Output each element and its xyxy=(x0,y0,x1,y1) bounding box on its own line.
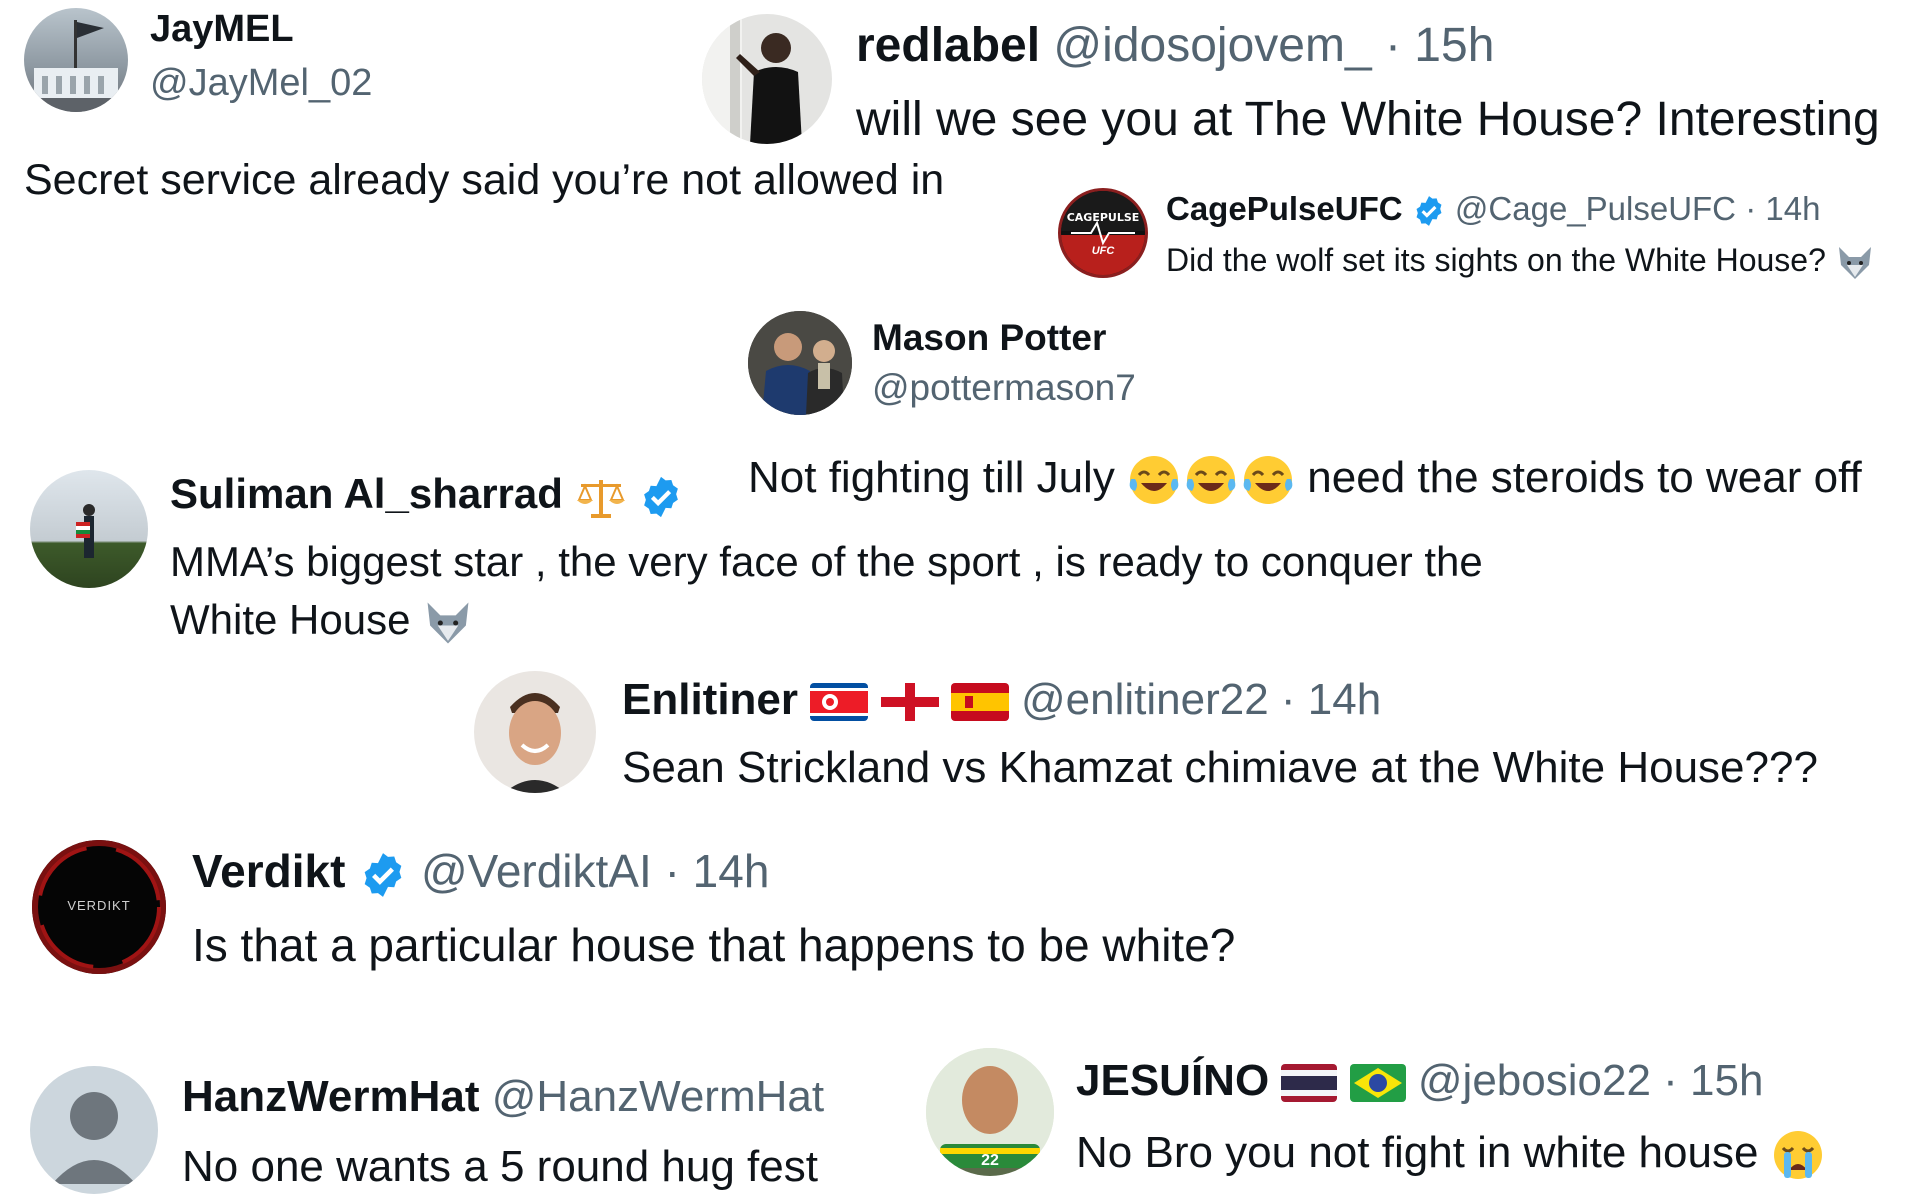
timestamp[interactable]: · 14h xyxy=(665,845,770,897)
tweet-text: No one wants a 5 round hug fest xyxy=(182,1142,818,1191)
tweet-header: HanzWermHat @HanzWermHat xyxy=(182,1072,824,1122)
building-flag-icon xyxy=(24,20,128,112)
person-flag-icon xyxy=(76,504,95,558)
avatar-jaymel[interactable] xyxy=(24,8,128,112)
author-name[interactable]: CagePulseUFC xyxy=(1166,190,1403,227)
wolf-emoji-icon xyxy=(427,602,469,644)
timestamp[interactable]: · 14h xyxy=(1745,190,1820,227)
avatar-verdikt[interactable]: VERDIKT xyxy=(32,840,166,974)
verified-badge-icon xyxy=(644,476,679,518)
author-handle[interactable]: @jebosio22 xyxy=(1418,1056,1651,1105)
avatar-label: VERDIKT xyxy=(67,898,131,913)
author-name[interactable]: Mason Potter xyxy=(872,317,1106,359)
person-photo-icon xyxy=(504,693,566,793)
timestamp[interactable]: · 15h xyxy=(1663,1056,1763,1105)
tweet-cagepulse: CAGEPULSE UFC CagePulseUFC @Cage_PulseUF… xyxy=(1050,180,1920,290)
avatar-redlabel[interactable] xyxy=(702,14,832,144)
tweet-header: Enlitiner @enlitiner22 · 14h xyxy=(622,675,1381,725)
tweet-verdikt: VERDIKT Verdikt @VerdiktAI · 14h Is that… xyxy=(0,830,1500,1000)
tweet-enlitiner: Enlitiner @enlitiner22 · 14h Sean Strick… xyxy=(470,665,1920,805)
cagepulse-logo-icon xyxy=(1061,191,1145,275)
tweet-text: Sean Strickland vs Khamzat chimiave at t… xyxy=(622,743,1818,792)
author-handle[interactable]: @enlitiner22 xyxy=(1021,675,1269,724)
north-korea-flag-icon xyxy=(810,683,869,722)
avatar-cagepulse[interactable]: CAGEPULSE UFC xyxy=(1058,188,1148,278)
avatar-mason[interactable] xyxy=(748,311,852,415)
england-flag-icon xyxy=(880,683,939,722)
balance-scale-icon xyxy=(576,479,625,518)
author-name[interactable]: HanzWermHat xyxy=(182,1072,479,1121)
thailand-flag-icon xyxy=(1281,1064,1338,1103)
author-name[interactable]: Verdikt xyxy=(192,845,345,897)
timestamp[interactable]: · 14h xyxy=(1281,675,1381,724)
author-handle[interactable]: @VerdiktAI xyxy=(421,845,652,897)
author-handle[interactable]: @JayMel_02 xyxy=(150,62,372,105)
author-name[interactable]: Suliman Al_sharrad xyxy=(170,470,563,517)
tweet-header: Suliman Al_sharrad xyxy=(170,470,684,520)
verified-badge-icon xyxy=(1416,196,1442,227)
loudly-crying-emoji-icon xyxy=(1773,1131,1822,1180)
tweet-text-line: No Bro you not fight in white house xyxy=(1076,1128,1825,1182)
tweet-header: CagePulseUFC @Cage_PulseUFC · 14h xyxy=(1166,190,1820,228)
tweet-text: Did the wolf set its sights on the White… xyxy=(1166,242,1826,278)
default-avatar-icon xyxy=(52,1092,136,1184)
avatar-hanz[interactable] xyxy=(30,1066,158,1194)
timestamp[interactable]: · 15h xyxy=(1385,19,1494,72)
author-name[interactable]: redlabel xyxy=(856,19,1040,72)
brazil-flag-icon xyxy=(1349,1064,1406,1103)
tweet-text-continued: White House xyxy=(170,596,411,643)
tweet-header: Verdikt @VerdiktAI · 14h xyxy=(192,844,769,900)
tweet-text-line2: White House xyxy=(170,596,474,646)
tweet-text: Secret service already said you’re not a… xyxy=(24,156,945,204)
tweet-text: will we see you at The White House? Inte… xyxy=(856,93,1880,146)
author-handle[interactable]: @pottermason7 xyxy=(872,367,1136,409)
tweet-jesuino: 22 JESUÍNO @jebosio22 · 15h No Bro you n… xyxy=(920,1040,1920,1200)
author-name[interactable]: JayMEL xyxy=(150,8,294,51)
person-photo-icon xyxy=(702,14,802,144)
author-handle[interactable]: @Cage_PulseUFC xyxy=(1455,190,1736,227)
avatar-label-bottom: UFC xyxy=(1091,245,1115,257)
author-handle[interactable]: @HanzWermHat xyxy=(492,1072,824,1121)
verified-badge-icon xyxy=(364,852,402,897)
author-handle[interactable]: @idosojovem_ xyxy=(1053,19,1371,72)
avatar-suliman[interactable] xyxy=(30,470,148,588)
avatar-enlitiner[interactable] xyxy=(474,671,596,793)
tweet-text: Is that a particular house that happens … xyxy=(192,919,1236,971)
person-photo-icon xyxy=(748,311,852,415)
tweet-text: MMA’s biggest star , the very face of th… xyxy=(170,538,1483,585)
tweet-redlabel: redlabel @idosojovem_ · 15h will we see … xyxy=(690,0,1920,160)
spain-flag-icon xyxy=(950,683,1009,722)
avatar-badge: 22 xyxy=(981,1152,999,1169)
tweet-hanz: HanzWermHat @HanzWermHat No one wants a … xyxy=(0,1040,900,1200)
avatar-label-top: CAGEPULSE xyxy=(1066,211,1140,224)
tweet-text-line: Did the wolf set its sights on the White… xyxy=(1166,242,1875,281)
tweet-text: No Bro you not fight in white house xyxy=(1076,1128,1759,1177)
avatar-jesuino[interactable]: 22 xyxy=(926,1048,1054,1176)
tweet-header: JESUÍNO @jebosio22 · 15h xyxy=(1076,1056,1763,1106)
author-name[interactable]: Enlitiner xyxy=(622,675,798,724)
tweet-suliman: Suliman Al_sharrad MMA’s biggest star , … xyxy=(0,460,1600,650)
author-name[interactable]: JESUÍNO xyxy=(1076,1056,1269,1105)
tweet-header: redlabel @idosojovem_ · 15h xyxy=(856,18,1494,73)
wolf-emoji-icon xyxy=(1838,246,1871,279)
